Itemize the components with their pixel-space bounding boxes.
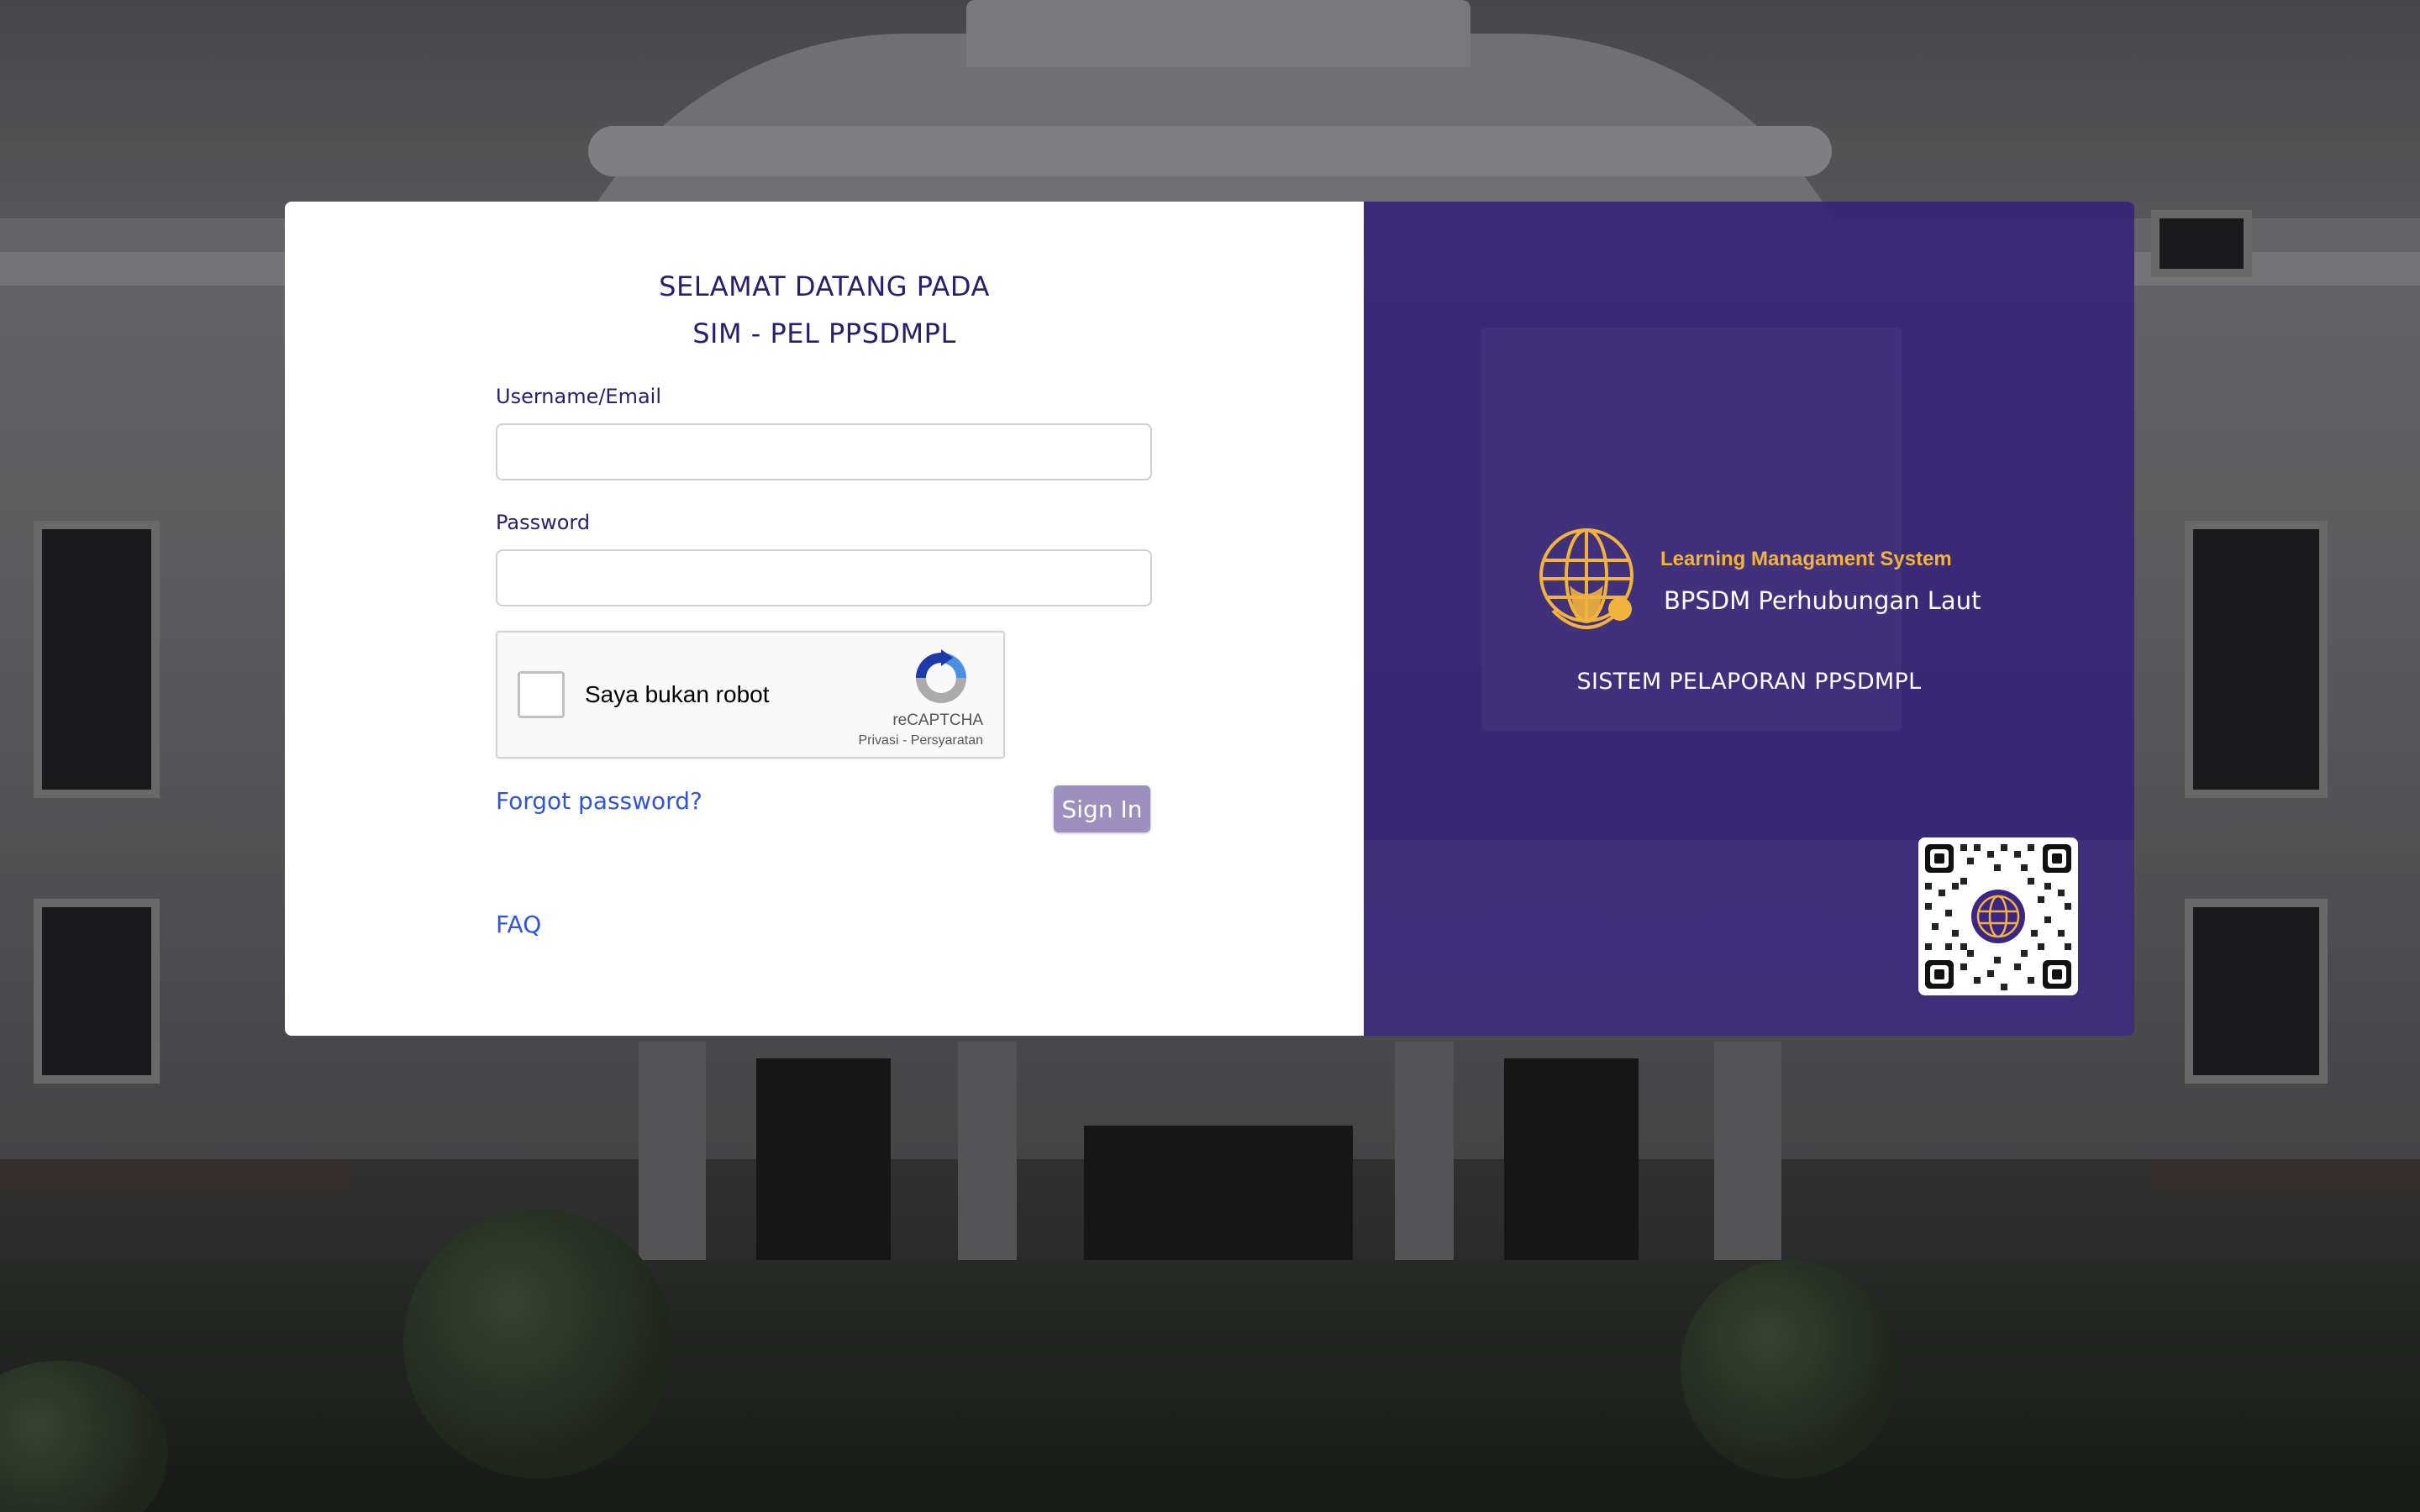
- username-label: Username/Email: [496, 385, 662, 408]
- recaptcha-terms-link[interactable]: Privasi - Persyaratan: [859, 733, 984, 748]
- recaptcha-logo-icon: [916, 649, 966, 703]
- sign-in-button[interactable]: Sign In: [1054, 785, 1150, 832]
- organization-name: BPSDM Perhubungan Laut: [1664, 586, 1981, 615]
- forgot-password-link[interactable]: Forgot password?: [496, 787, 702, 815]
- welcome-title-line1: SELAMAT DATANG PADA: [659, 270, 990, 302]
- password-input[interactable]: [496, 549, 1152, 606]
- password-label: Password: [496, 511, 591, 534]
- qr-code-icon: [1918, 837, 2078, 995]
- recaptcha-checkbox-label: Saya bukan robot: [585, 681, 770, 707]
- username-input[interactable]: [496, 423, 1152, 480]
- lms-title: Learning Managament System: [1660, 548, 1952, 570]
- recaptcha-widget: Saya bukan robot reCAPTCHA Privasi - Per…: [496, 631, 1005, 759]
- login-card: SELAMAT DATANG PADA SIM - PEL PPSDMPL Us…: [285, 202, 1364, 1036]
- globe-anchor-logo-icon: [1539, 528, 1634, 629]
- system-name: SISTEM PELAPORAN PPSDMPL: [1576, 669, 1922, 695]
- welcome-title-line2: SIM - PEL PPSDMPL: [692, 318, 956, 349]
- recaptcha-checkbox[interactable]: [518, 671, 565, 718]
- faq-link[interactable]: FAQ: [496, 911, 541, 938]
- recaptcha-brand: reCAPTCHA: [892, 711, 983, 729]
- brand-panel: Learning Managament System BPSDM Perhubu…: [1364, 202, 2134, 1036]
